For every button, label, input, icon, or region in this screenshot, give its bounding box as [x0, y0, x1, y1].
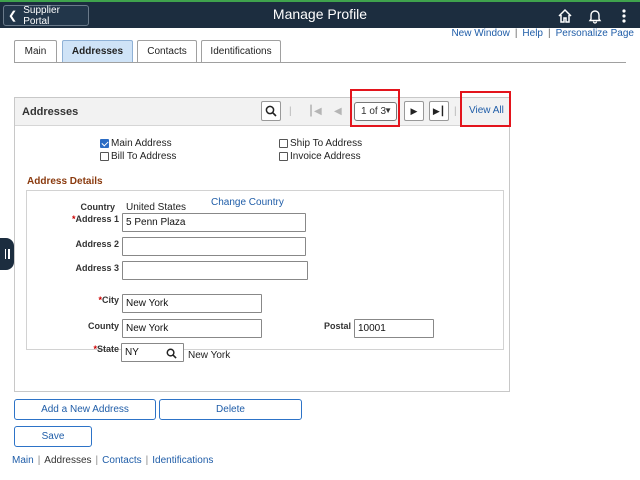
country-label: Country: [80, 202, 116, 212]
tab-contacts-label: Contacts: [147, 46, 187, 57]
help-link[interactable]: Help: [522, 28, 543, 39]
ship-to-address-checkbox[interactable]: [279, 139, 288, 148]
tab-baseline: [14, 62, 626, 63]
pager-highlight-box: [350, 89, 400, 127]
county-input[interactable]: New York: [122, 319, 262, 338]
footer-current-addresses: Addresses: [44, 455, 92, 466]
add-new-address-button[interactable]: Add a New Address: [14, 399, 156, 420]
change-country-link[interactable]: Change Country: [211, 197, 284, 208]
link-separator: |: [548, 28, 551, 39]
link-separator: |: [95, 455, 99, 466]
invoice-address-checkbox[interactable]: [279, 152, 288, 161]
footer-page-nav: Main | Addresses | Contacts | Identifications: [12, 455, 213, 466]
address-details-group: Country United States Change Country *Ad…: [26, 190, 504, 354]
address-1-label-text: Address 1: [75, 214, 119, 224]
ship-to-address-label: Ship To Address: [290, 138, 363, 149]
city-input[interactable]: New York: [122, 294, 262, 313]
tab-main[interactable]: Main: [14, 40, 57, 62]
tab-main-label: Main: [24, 46, 47, 57]
postal-input[interactable]: 10001: [354, 319, 434, 338]
bill-to-address-label: Bill To Address: [111, 151, 177, 162]
footer-link-main[interactable]: Main: [12, 455, 34, 466]
toolbar-separator: |: [454, 106, 457, 117]
tab-addresses[interactable]: Addresses: [62, 40, 133, 62]
more-vertical-icon[interactable]: [614, 6, 634, 26]
bell-icon[interactable]: [585, 6, 605, 26]
state-input[interactable]: NY: [121, 343, 184, 362]
address-3-label: Address 3: [75, 263, 119, 273]
country-value: United States: [126, 202, 187, 213]
delete-button[interactable]: Delete: [159, 399, 302, 420]
view-all-highlight-box: [460, 91, 511, 127]
county-label: County: [88, 321, 119, 331]
page-utility-links: New Window | Help | Personalize Page: [451, 28, 634, 39]
address-1-input[interactable]: 5 Penn Plaza: [122, 213, 306, 232]
link-separator: |: [37, 455, 41, 466]
bill-to-address-checkbox[interactable]: [100, 152, 109, 161]
tab-contacts[interactable]: Contacts: [137, 40, 197, 62]
invoice-address-label: Invoice Address: [290, 151, 361, 162]
previous-record-icon: ◀: [334, 106, 342, 117]
state-description: New York: [188, 350, 231, 361]
address-3-input[interactable]: [122, 261, 308, 280]
panel-title: Addresses: [22, 106, 79, 118]
city-label: *City: [67, 295, 119, 305]
state-label: *State: [67, 344, 119, 354]
home-icon[interactable]: [555, 6, 575, 26]
address-1-label: *Address 1: [47, 214, 119, 224]
search-button[interactable]: [261, 101, 281, 121]
next-record-button[interactable]: ▶: [404, 101, 424, 121]
first-record-icon: ┃◀: [308, 106, 322, 117]
last-record-icon: ▶┃: [432, 105, 446, 116]
state-label-text: State: [96, 344, 119, 354]
addresses-panel-header: Addresses | ┃◀ ◀ 1 of 3 ▼ ▶ ▶┃ | View Al…: [15, 98, 509, 126]
footer-link-identifications[interactable]: Identifications: [152, 455, 213, 466]
new-window-link[interactable]: New Window: [451, 28, 509, 39]
footer-link-contacts[interactable]: Contacts: [102, 455, 141, 466]
tab-identifications-label: Identifications: [210, 46, 272, 57]
address-2-input[interactable]: [122, 237, 306, 256]
personalize-page-link[interactable]: Personalize Page: [556, 28, 634, 39]
state-value: NY: [125, 347, 139, 358]
address-2-label: Address 2: [75, 239, 119, 249]
search-icon: [265, 105, 277, 117]
save-button[interactable]: Save: [14, 426, 92, 447]
main-address-label: Main Address: [111, 138, 172, 149]
tab-identifications[interactable]: Identifications: [201, 40, 281, 62]
next-record-icon: ▶: [410, 105, 418, 116]
city-label-text: City: [101, 295, 119, 305]
link-separator: |: [514, 28, 518, 39]
toolbar-separator: |: [289, 106, 292, 117]
address-details-title: Address Details: [27, 176, 103, 187]
side-panel-toggle[interactable]: [0, 238, 14, 270]
link-separator: |: [145, 455, 149, 466]
last-record-button[interactable]: ▶┃: [429, 101, 449, 121]
tab-addresses-label: Addresses: [71, 46, 124, 57]
postal-label: Postal: [323, 321, 351, 331]
addresses-panel: Addresses | ┃◀ ◀ 1 of 3 ▼ ▶ ▶┃ | View Al…: [14, 97, 510, 392]
top-header-bar: ❮ Supplier Portal Manage Profile: [0, 0, 640, 28]
search-icon: [166, 348, 177, 359]
page-title: Manage Profile: [272, 6, 368, 22]
main-address-checkbox[interactable]: [100, 139, 109, 148]
